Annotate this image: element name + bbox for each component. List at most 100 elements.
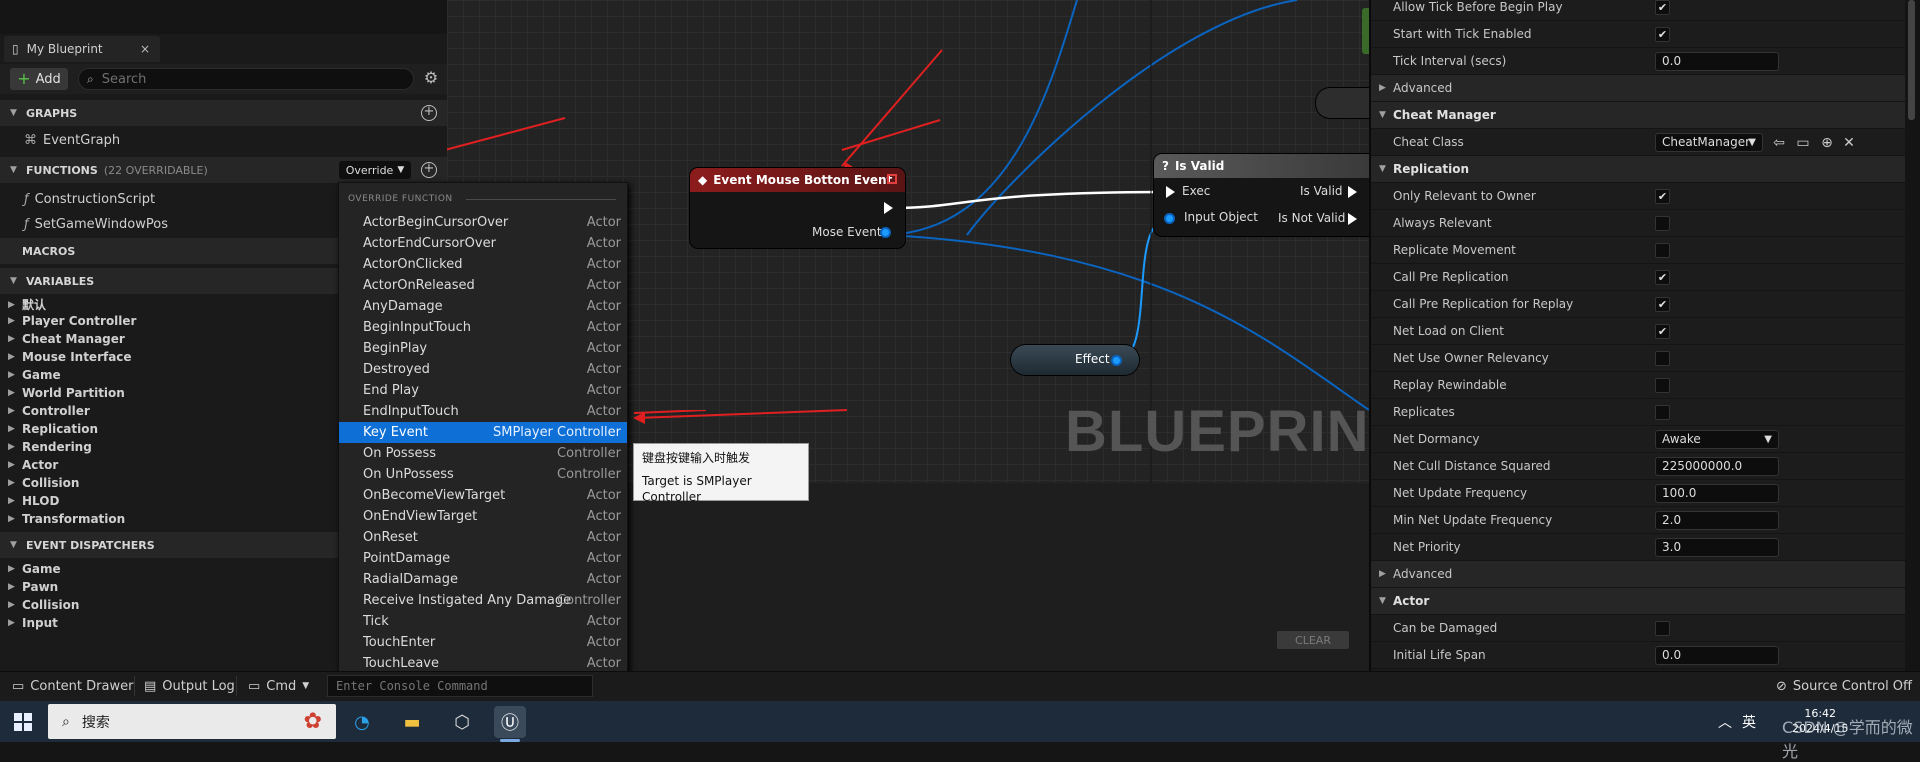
override-menu-item[interactable]: Key Event SMPlayer Controller bbox=[339, 422, 627, 443]
offscreen-node[interactable] bbox=[1316, 88, 1369, 118]
output-log-button[interactable]: ▤ Output Log bbox=[144, 677, 235, 695]
add-function-icon[interactable]: + bbox=[421, 162, 437, 178]
is-valid-exec-in-pin[interactable] bbox=[1166, 186, 1175, 198]
console-command-input[interactable] bbox=[327, 675, 593, 697]
graphs-section-header[interactable]: ▼ GRAPHS + bbox=[0, 100, 447, 126]
search-input[interactable] bbox=[101, 71, 382, 87]
override-menu-item[interactable]: RadialDamage Actor bbox=[339, 569, 627, 590]
property-checkbox[interactable] bbox=[1655, 243, 1670, 258]
is-not-valid-out-pin[interactable] bbox=[1348, 213, 1357, 225]
override-menu-item[interactable]: ActorEndCursorOver Actor bbox=[339, 233, 627, 254]
effect-variable-node[interactable]: Effect bbox=[1011, 345, 1139, 375]
add-graph-icon[interactable]: + bbox=[421, 105, 437, 121]
override-button[interactable]: Override ▼ bbox=[339, 161, 411, 179]
override-menu-item[interactable]: TouchEnter Actor bbox=[339, 632, 627, 653]
variable-category[interactable]: ▶ HLOD bbox=[8, 494, 59, 508]
gear-icon[interactable]: ⚙ bbox=[421, 68, 441, 88]
property-checkbox[interactable]: ✔ bbox=[1655, 189, 1670, 204]
chevron-up-icon[interactable]: ︿ bbox=[1718, 712, 1732, 732]
browse-folder-icon[interactable]: ▭ bbox=[1793, 133, 1813, 153]
override-menu-item[interactable]: OnEndViewTarget Actor bbox=[339, 506, 627, 527]
variable-category[interactable]: ▶ Controller bbox=[8, 404, 90, 418]
override-menu-item[interactable]: PointDamage Actor bbox=[339, 548, 627, 569]
property-checkbox[interactable]: ✔ bbox=[1655, 324, 1670, 339]
variable-category[interactable]: ▶ Mouse Interface bbox=[8, 350, 132, 364]
property-number-field[interactable]: 0.0 bbox=[1655, 52, 1779, 71]
property-checkbox[interactable] bbox=[1655, 621, 1670, 636]
unreal-engine-icon[interactable]: Ⓤ bbox=[494, 706, 526, 738]
property-checkbox[interactable]: ✔ bbox=[1655, 270, 1670, 285]
effect-out-pin[interactable] bbox=[1111, 355, 1122, 366]
override-menu-item[interactable]: Destroyed Actor bbox=[339, 359, 627, 380]
override-menu-item[interactable]: On Possess Controller bbox=[339, 443, 627, 464]
event-mouse-button-node[interactable]: ◆ Event Mouse Botton Event Mose Event bbox=[690, 168, 905, 248]
variable-category[interactable]: ▶ Collision bbox=[8, 476, 79, 490]
details-category-header[interactable]: ▼ Cheat Manager bbox=[1371, 102, 1905, 129]
dispatcher-category[interactable]: ▶ Pawn bbox=[8, 580, 58, 594]
dispatcher-category[interactable]: ▶ Input bbox=[8, 616, 58, 630]
dispatcher-category[interactable]: ▶ Collision bbox=[8, 598, 79, 612]
file-explorer-icon[interactable]: ▬ bbox=[396, 706, 428, 738]
variable-category[interactable]: ▶ 默认 bbox=[8, 296, 46, 313]
ime-indicator[interactable]: 英 bbox=[1742, 712, 1756, 732]
override-menu-item[interactable]: EndInputTouch Actor bbox=[339, 401, 627, 422]
override-menu-item[interactable]: Receive Instigated Any Damage Controller bbox=[339, 590, 627, 611]
advanced-expander[interactable]: ▶ Advanced bbox=[1371, 75, 1905, 102]
override-menu-item[interactable]: On UnPossess Controller bbox=[339, 464, 627, 485]
override-menu-item[interactable]: BeginInputTouch Actor bbox=[339, 317, 627, 338]
is-valid-node[interactable]: ? Is Valid Exec Input Object Is Valid Is… bbox=[1154, 154, 1369, 236]
taskbar-search[interactable]: ⌕ 搜索 ✿ bbox=[48, 704, 336, 739]
override-menu-item[interactable]: Tick Actor bbox=[339, 611, 627, 632]
variable-category[interactable]: ▶ Actor bbox=[8, 458, 58, 472]
details-scroll-thumb[interactable] bbox=[1908, 0, 1915, 120]
property-checkbox[interactable] bbox=[1655, 378, 1670, 393]
clear-button[interactable]: CLEAR bbox=[1277, 631, 1349, 649]
windows-start-icon[interactable] bbox=[14, 713, 32, 731]
property-checkbox[interactable]: ✔ bbox=[1655, 27, 1670, 42]
variable-category[interactable]: ▶ Rendering bbox=[8, 440, 92, 454]
property-checkbox[interactable] bbox=[1655, 351, 1670, 366]
override-menu-item[interactable]: ActorOnClicked Actor bbox=[339, 254, 627, 275]
unity-icon[interactable]: ⬡ bbox=[446, 706, 478, 738]
edge-icon[interactable]: ◔ bbox=[346, 706, 378, 738]
variable-category[interactable]: ▶ World Partition bbox=[8, 386, 125, 400]
variable-category[interactable]: ▶ Replication bbox=[8, 422, 98, 436]
arrow-left-icon[interactable]: ⇦ bbox=[1769, 133, 1789, 153]
clear-x-icon[interactable]: ✕ bbox=[1839, 133, 1859, 153]
my-blueprint-tab[interactable]: ▯ My Blueprint × bbox=[4, 36, 160, 62]
override-menu-item[interactable]: ActorOnReleased Actor bbox=[339, 275, 627, 296]
variable-category[interactable]: ▶ Player Controller bbox=[8, 314, 136, 328]
property-checkbox[interactable]: ✔ bbox=[1655, 0, 1670, 15]
event-exec-out-pin[interactable] bbox=[884, 202, 893, 214]
property-number-field[interactable]: 0.0 bbox=[1655, 646, 1779, 665]
variable-category[interactable]: ▶ Game bbox=[8, 368, 61, 382]
property-checkbox[interactable] bbox=[1655, 216, 1670, 231]
advanced-expander[interactable]: ▶ Advanced bbox=[1371, 561, 1905, 588]
is-valid-out-pin[interactable] bbox=[1348, 186, 1357, 198]
dispatcher-category[interactable]: ▶ Game bbox=[8, 562, 61, 576]
content-drawer-button[interactable]: ▭ Content Drawer bbox=[12, 677, 133, 695]
property-dropdown[interactable]: Awake ▼ bbox=[1655, 430, 1779, 449]
override-menu-item[interactable]: OnBecomeViewTarget Actor bbox=[339, 485, 627, 506]
property-number-field[interactable]: 3.0 bbox=[1655, 538, 1779, 557]
override-menu-item[interactable]: End Play Actor bbox=[339, 380, 627, 401]
property-checkbox[interactable]: ✔ bbox=[1655, 297, 1670, 312]
source-control-button[interactable]: ⊘ Source Control Off bbox=[1776, 677, 1912, 695]
override-menu-item[interactable]: BeginPlay Actor bbox=[339, 338, 627, 359]
add-button[interactable]: + Add bbox=[10, 68, 68, 90]
property-number-field[interactable]: 225000000.0 bbox=[1655, 457, 1779, 476]
event-object-out-pin[interactable] bbox=[880, 227, 891, 238]
details-category-header[interactable]: ▼ Actor bbox=[1371, 588, 1905, 615]
variable-category[interactable]: ▶ Cheat Manager bbox=[8, 332, 125, 346]
graph-item-eventgraph[interactable]: ⌘ EventGraph bbox=[0, 130, 447, 150]
variable-category[interactable]: ▶ Transformation bbox=[8, 512, 125, 526]
property-number-field[interactable]: 2.0 bbox=[1655, 511, 1779, 530]
add-circle-icon[interactable]: ⊕ bbox=[1817, 133, 1837, 153]
search-box[interactable]: ⌕ bbox=[78, 68, 414, 90]
cmd-dropdown[interactable]: ▭ Cmd ▼ bbox=[248, 677, 309, 695]
details-category-header[interactable]: ▼ Replication bbox=[1371, 156, 1905, 183]
input-object-pin[interactable] bbox=[1164, 213, 1175, 224]
close-icon[interactable]: × bbox=[140, 42, 150, 56]
override-menu-item[interactable]: AnyDamage Actor bbox=[339, 296, 627, 317]
override-menu-item[interactable]: ActorBeginCursorOver Actor bbox=[339, 212, 627, 233]
